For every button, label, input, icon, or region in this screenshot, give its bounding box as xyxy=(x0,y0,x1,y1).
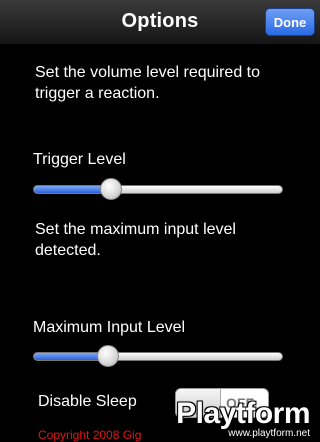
copyright-text: Copyright 2008 Gig xyxy=(38,428,142,442)
watermark-url: www.playtform.net xyxy=(228,428,310,439)
trigger-level-slider[interactable] xyxy=(33,178,283,202)
disable-sleep-toggle[interactable]: OFF xyxy=(175,388,269,418)
toggle-knob xyxy=(176,389,221,417)
slider-thumb[interactable] xyxy=(99,178,122,200)
max-input-description: Set the maximum input level detected. xyxy=(35,221,236,259)
toggle-state-text: OFF xyxy=(226,395,254,411)
trigger-level-label: Trigger Level xyxy=(33,151,126,168)
done-button[interactable]: Done xyxy=(265,8,315,36)
max-input-level-slider[interactable] xyxy=(33,345,283,369)
slider-thumb[interactable] xyxy=(97,345,119,367)
max-input-level-label: Maximum Input Level xyxy=(33,319,186,336)
slider-track xyxy=(33,185,283,194)
trigger-description: Set the volume level required to trigger… xyxy=(35,64,261,102)
slider-track xyxy=(33,352,283,361)
navigation-bar: Options Done xyxy=(0,0,320,45)
disable-sleep-label: Disable Sleep xyxy=(38,393,137,410)
